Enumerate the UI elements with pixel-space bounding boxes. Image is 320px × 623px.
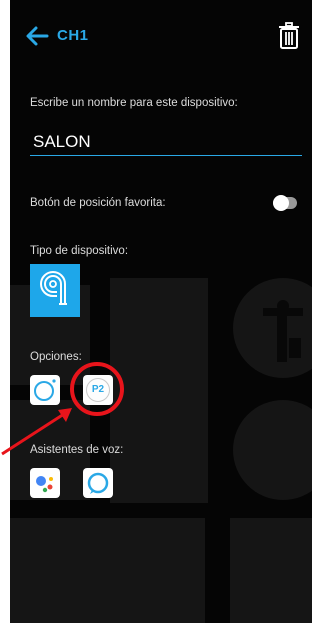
p2-option-button[interactable]: P2 xyxy=(83,375,113,405)
device-settings-screen: CH1 Escribe un nombre para este disposit… xyxy=(10,0,312,623)
option-button[interactable] xyxy=(30,375,60,405)
header: CH1 xyxy=(10,20,312,56)
device-name-input[interactable] xyxy=(30,128,302,156)
watermark-logo-icon xyxy=(263,300,303,370)
name-label: Escribe un nombre para este dispositivo: xyxy=(30,97,238,109)
arrow-left-icon[interactable] xyxy=(24,23,50,49)
favorite-label: Botón de posición favorita: xyxy=(30,197,166,209)
toggle-knob xyxy=(273,195,289,211)
p2-label: P2 xyxy=(91,384,105,395)
options-label: Opciones: xyxy=(30,351,82,363)
background-block xyxy=(110,278,208,503)
voice-assistants-label: Asistentes de voz: xyxy=(30,444,124,456)
google-assistant-button[interactable] xyxy=(30,468,60,498)
page-title: CH1 xyxy=(57,27,89,44)
dot-circle-icon xyxy=(34,379,56,401)
alexa-button[interactable] xyxy=(83,468,113,498)
trash-icon[interactable] xyxy=(277,22,301,50)
favorite-toggle[interactable] xyxy=(273,195,297,211)
google-assistant-icon xyxy=(36,476,53,493)
background-block xyxy=(230,518,312,623)
device-type-button[interactable] xyxy=(30,264,80,317)
background-circle xyxy=(233,400,312,500)
alexa-icon xyxy=(87,472,109,494)
shutter-icon xyxy=(40,271,67,305)
device-type-label: Tipo de dispositivo: xyxy=(30,245,129,257)
background-block xyxy=(10,518,205,623)
